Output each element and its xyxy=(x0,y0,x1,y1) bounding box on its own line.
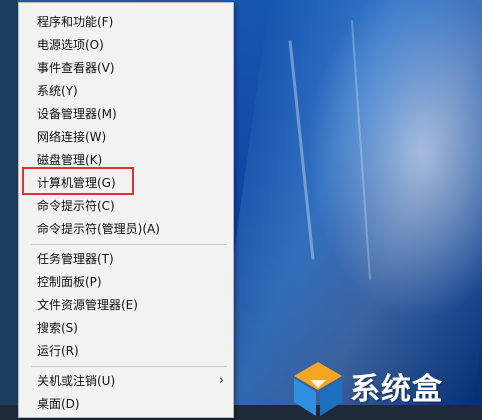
menu-item-programs-features[interactable]: 程序和功能(F) xyxy=(20,11,232,33)
menu-item-label: 电源选项(O) xyxy=(37,38,104,52)
menu-item-label: 搜索(S) xyxy=(37,321,78,335)
menu-item-command-prompt[interactable]: 命令提示符(C) xyxy=(20,195,232,217)
menu-item-label: 控制面板(P) xyxy=(37,275,102,289)
menu-item-task-manager[interactable]: 任务管理器(T) xyxy=(20,248,232,270)
menu-item-search[interactable]: 搜索(S) xyxy=(20,317,232,339)
menu-item-label: 系统(Y) xyxy=(37,84,78,98)
menu-item-power-options[interactable]: 电源选项(O) xyxy=(20,34,232,56)
menu-item-system[interactable]: 系统(Y) xyxy=(20,80,232,102)
menu-item-command-prompt-admin[interactable]: 命令提示符(管理员)(A) xyxy=(20,218,232,240)
menu-item-label: 文件资源管理器(E) xyxy=(37,298,138,312)
menu-item-label: 网络连接(W) xyxy=(37,130,107,144)
menu-item-file-explorer[interactable]: 文件资源管理器(E) xyxy=(20,294,232,316)
highlight-annotation-box xyxy=(22,167,134,195)
desktop-left-edge xyxy=(0,0,18,420)
menu-item-label: 设备管理器(M) xyxy=(37,107,117,121)
menu-item-control-panel[interactable]: 控制面板(P) xyxy=(20,271,232,293)
menu-item-label: 程序和功能(F) xyxy=(37,15,114,29)
chevron-right-icon: › xyxy=(218,373,224,388)
menu-item-label: 关机或注销(U) xyxy=(37,374,116,388)
menu-item-network-connections[interactable]: 网络连接(W) xyxy=(20,126,232,148)
watermark-logo: 系统盒 xyxy=(286,356,482,420)
menu-item-device-manager[interactable]: 设备管理器(M) xyxy=(20,103,232,125)
menu-separator xyxy=(31,244,227,245)
menu-item-label: 运行(R) xyxy=(37,344,79,358)
menu-item-shutdown-signout[interactable]: 关机或注销(U) › xyxy=(20,370,232,392)
menu-separator xyxy=(31,366,227,367)
menu-item-label: 事件查看器(V) xyxy=(37,61,115,75)
cube-logo-icon xyxy=(294,362,342,416)
menu-item-label: 桌面(D) xyxy=(37,397,80,411)
watermark-text: 系统盒 xyxy=(350,372,443,407)
menu-item-label: 磁盘管理(K) xyxy=(37,153,103,167)
menu-item-run[interactable]: 运行(R) xyxy=(20,340,232,362)
winx-context-menu: 程序和功能(F) 电源选项(O) 事件查看器(V) 系统(Y) 设备管理器(M)… xyxy=(18,2,234,418)
menu-item-event-viewer[interactable]: 事件查看器(V) xyxy=(20,57,232,79)
menu-item-label: 命令提示符(管理员)(A) xyxy=(37,222,160,236)
menu-item-label: 任务管理器(T) xyxy=(37,252,114,266)
menu-item-desktop[interactable]: 桌面(D) xyxy=(20,393,232,415)
menu-item-label: 命令提示符(C) xyxy=(37,199,115,213)
